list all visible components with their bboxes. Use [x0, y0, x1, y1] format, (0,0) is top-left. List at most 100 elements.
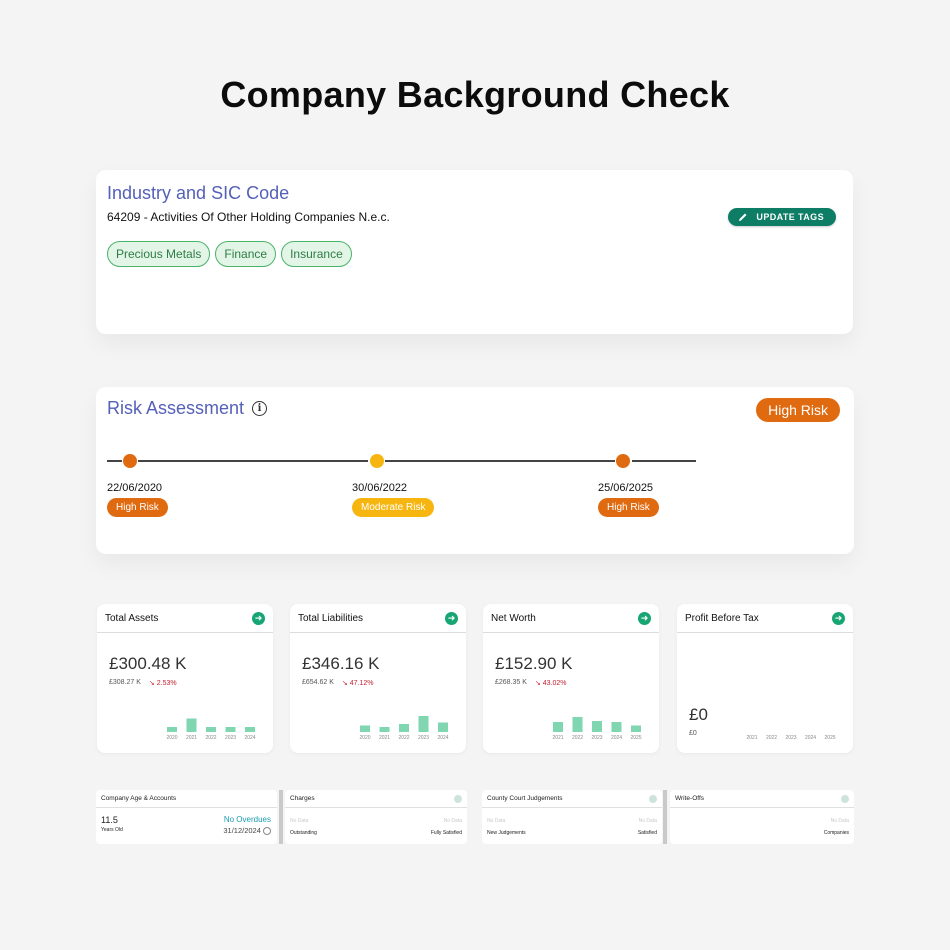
risk-heading-row: Risk Assessment i [107, 398, 268, 419]
expand-icon[interactable] [454, 794, 462, 803]
expand-icon[interactable] [649, 794, 657, 803]
chart-tick-label: 2022 [766, 735, 777, 741]
update-tags-button[interactable]: UPDATE TAGS [728, 208, 836, 226]
timeline-date: 25/06/2025 [598, 482, 654, 494]
industry-card: Industry and SIC Code 64209 - Activities… [96, 170, 853, 334]
chart-tick-label: 2024 [437, 735, 448, 741]
no-data-text: No Data [830, 818, 849, 824]
chart-tick-label: 2021 [186, 735, 197, 741]
timeline-line [632, 460, 696, 462]
charges-card[interactable]: Charges No Data No Data Outstanding Full… [285, 790, 467, 844]
profit-before-tax-card[interactable]: Profit Before Tax ➜ £0 £0 2021 2022 2023 20… [677, 604, 853, 753]
update-tags-label: UPDATE TAGS [756, 212, 824, 222]
outstanding-label: Outstanding [290, 830, 317, 836]
tag-finance[interactable]: Finance [215, 241, 277, 267]
chart-tick-label: 2023 [591, 735, 602, 741]
satisfied-label: Fully Satisfied [430, 830, 462, 836]
sm-card-title: Charges [290, 795, 315, 802]
chart-bar [399, 724, 409, 732]
chart-bar [611, 722, 622, 732]
satisfied-label: Satisfied [637, 830, 657, 836]
divider [663, 790, 667, 844]
no-data-text: No Data [638, 818, 657, 824]
chart-tick-label: 2022 [398, 735, 409, 741]
info-icon[interactable]: i [252, 401, 268, 416]
industry-heading: Industry and SIC Code [107, 183, 290, 203]
chart-bar [379, 727, 390, 732]
new-judgements-label: New Judgements [487, 830, 526, 836]
timeline-dot-2025 [616, 454, 630, 468]
ccj-card[interactable]: County Court Judgements No Data No Data … [482, 790, 662, 844]
chart-bar [186, 718, 197, 732]
no-data-text: No Data [290, 818, 309, 824]
company-age-card[interactable]: Company Age & Accounts 11.5 Years Old No… [96, 790, 277, 844]
chart-tick-label: 2024 [244, 735, 255, 741]
risk-heading: Risk Assessment [107, 398, 245, 418]
timeline-line [107, 460, 122, 462]
sm-card-title: County Court Judgements [487, 795, 563, 802]
no-data-text: No Data [443, 818, 462, 824]
chart-bar [553, 722, 563, 732]
tag-insurance[interactable]: Insurance [281, 241, 352, 267]
sm-card-header: Company Age & Accounts [96, 790, 277, 808]
chart-tick-label: 2022 [572, 735, 583, 741]
timeline-line [138, 460, 368, 462]
chart-tick-label: 2020 [166, 735, 177, 741]
chart-bar [631, 725, 641, 732]
no-data-text: No Data [487, 818, 506, 824]
chart-bar [438, 722, 448, 732]
chart-tick-label: 2023 [225, 735, 236, 741]
chart-bar [167, 727, 177, 732]
sm-card-title: Company Age & Accounts [101, 795, 177, 802]
chart-tick-label: 2021 [552, 735, 563, 741]
timeline-risk-badge: High Risk [107, 498, 168, 517]
timeline-dot-2020 [123, 454, 137, 468]
mini-bar-chart: 2021 2022 2023 2024 2025 [746, 735, 835, 741]
timeline-risk-badge: High Risk [598, 498, 659, 517]
chart-bar [592, 721, 602, 732]
risk-assessment-card: Risk Assessment i High Risk 22/06/2020 3… [96, 387, 854, 554]
tag-list: Precious Metals Finance Insurance [107, 241, 352, 267]
total-liabilities-card[interactable]: Total Liabilities ➜ £346.16 K £654.62 K … [290, 604, 466, 753]
divider [279, 790, 283, 844]
chart-bar [225, 727, 236, 732]
chart-tick-label: 2021 [379, 735, 390, 741]
mini-bar-chart: 2020 2021 2022 2023 2024 [359, 716, 449, 741]
chart-tick-label: 2025 [630, 735, 641, 741]
mini-bar-chart: 2021 2022 2023 2024 2025 [552, 717, 642, 741]
chart-tick-label: 2022 [205, 735, 216, 741]
tag-precious-metals[interactable]: Precious Metals [107, 241, 211, 267]
companies-label: Companies [823, 830, 849, 836]
chart-bar [418, 716, 429, 732]
sm-card-header: County Court Judgements [482, 790, 662, 808]
timeline-dot-2022 [370, 454, 384, 468]
chart-tick-label: 2024 [611, 735, 622, 741]
mini-bar-chart: 2020 2021 2022 2023 2024 [166, 718, 256, 741]
net-worth-card[interactable]: Net Worth ➜ £152.90 K £268.35 K ↘ 43.02%… [483, 604, 659, 753]
timeline-line [385, 460, 615, 462]
chart-bar [572, 717, 583, 732]
chart-tick-label: 2021 [746, 735, 757, 741]
accounts-date: 31/12/2024 [223, 826, 261, 835]
write-offs-card[interactable]: Write-Offs No Data Companies [670, 790, 854, 844]
chart-tick-label: 2020 [359, 735, 370, 741]
chart-bar [360, 725, 370, 732]
company-age-label: Years Old [101, 827, 123, 833]
chart-tick-label: 2023 [785, 735, 796, 741]
chart-tick-label: 2023 [418, 735, 429, 741]
company-age-value: 11.5 [101, 815, 118, 825]
timeline-date: 30/06/2022 [352, 482, 408, 494]
total-assets-card[interactable]: Total Assets ➜ £300.48 K £308.27 K ↘ 2.5… [97, 604, 273, 753]
sm-card-header: Charges [285, 790, 467, 808]
pencil-icon [739, 213, 747, 221]
sic-code: 64209 - Activities Of Other Holding Comp… [107, 210, 390, 224]
timeline-date: 22/06/2020 [107, 482, 163, 494]
chart-tick-label: 2025 [824, 735, 835, 741]
sm-card-title: Write-Offs [675, 795, 705, 802]
clock-icon [263, 827, 271, 836]
expand-icon[interactable] [841, 794, 849, 803]
current-risk-badge: High Risk [756, 398, 840, 422]
page-title: Company Background Check [220, 74, 730, 115]
chart-bar [245, 727, 255, 732]
chart-tick-label: 2024 [805, 735, 816, 741]
